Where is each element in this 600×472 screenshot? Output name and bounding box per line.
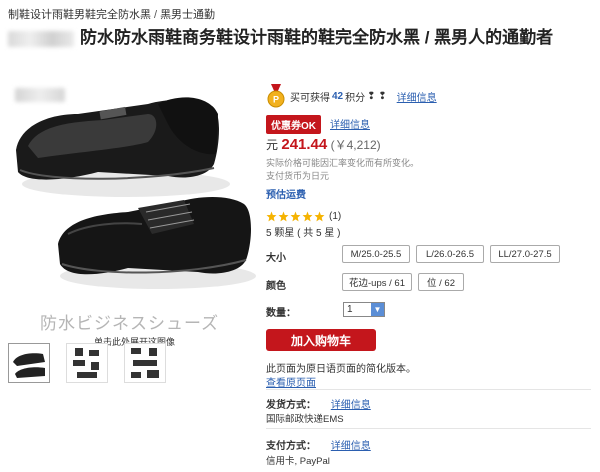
star-icon <box>314 211 325 222</box>
thumbnail-2[interactable] <box>66 343 108 383</box>
rating-stars[interactable]: (1) <box>266 211 341 222</box>
price-currency: 元 <box>266 138 279 152</box>
points-row: P 买可获得 42 积分 ❢ ❢ 详细信息 <box>266 84 437 108</box>
payment-section: 支付方式： 详细信息 <box>266 437 371 452</box>
points-details-link[interactable]: 详细信息 <box>397 89 437 104</box>
delivery-details-link[interactable]: 详细信息 <box>331 400 371 411</box>
star-icon <box>290 211 301 222</box>
shop-name-blurred <box>8 30 74 47</box>
breadcrumb: 制鞋设计雨鞋男鞋完全防水黑 / 黑男士通勤 <box>8 6 215 22</box>
view-original-link[interactable]: 查看原页面 <box>266 374 316 389</box>
chevron-down-icon: ▼ <box>371 303 384 316</box>
price-note-currency: 支付货币为日元 <box>266 171 330 181</box>
quantity-select[interactable]: 1 ▼ <box>343 302 385 317</box>
star-icon <box>266 211 277 222</box>
loafer-shoe <box>16 97 230 197</box>
simplified-notice: 此页面为原日语页面的简化版本。 <box>266 364 416 375</box>
breadcrumb-separator: / <box>154 9 158 21</box>
lace-up-shoe <box>58 197 256 289</box>
thumbnail-3[interactable] <box>124 343 166 383</box>
review-count[interactable]: (1) <box>329 211 341 222</box>
quantity-label: 数量： <box>266 308 296 319</box>
shoes-image <box>16 97 256 289</box>
breadcrumb-item-1[interactable]: 制鞋设计雨鞋男鞋完全防水黑 <box>8 9 151 21</box>
color-option-62[interactable]: 位 / 62 <box>418 273 464 291</box>
payment-label: 支付方式： <box>266 441 316 452</box>
price-yen: (￥4,212) <box>330 138 381 152</box>
shipping-estimate-link[interactable]: 预估运费 <box>266 186 306 201</box>
size-option-l[interactable]: L/26.0-26.5 <box>416 245 484 263</box>
payment-value: 信用卡, PayPal <box>266 456 330 467</box>
delivery-value: 国际邮政快递EMS <box>266 414 344 425</box>
quantity-value: 1 <box>347 304 353 315</box>
star-icon <box>278 211 289 222</box>
points-info-icons[interactable]: ❢ ❢ <box>367 91 387 102</box>
thumbnail-1[interactable] <box>8 343 50 383</box>
price-note-exchange: 实际价格可能因汇率变化而有所变化。 <box>266 158 420 168</box>
price-amount: 241.44 <box>281 136 328 153</box>
color-option-61[interactable]: 花边-ups / 61 <box>342 273 412 291</box>
svg-text:P: P <box>273 95 279 105</box>
points-suffix: 积分 <box>345 92 366 104</box>
divider <box>266 428 591 429</box>
size-label: 大小 <box>266 253 286 264</box>
delivery-label: 发货方式： <box>266 400 316 411</box>
coupon-details-link[interactable]: 详细信息 <box>330 116 370 131</box>
payment-details-link[interactable]: 详细信息 <box>331 441 371 452</box>
points-amount: 42 <box>332 90 344 102</box>
product-title-text: 防水防水雨鞋商务鞋设计雨鞋的鞋完全防水黑 / 黑男人的通勤者 <box>80 28 554 47</box>
thumbnail-strip <box>8 343 166 383</box>
add-to-cart-button[interactable]: 加入购物车 <box>266 329 376 351</box>
image-watermark: 防水ビジネスシューズ <box>40 314 220 333</box>
points-medal-icon: P <box>267 84 285 108</box>
divider <box>266 389 591 390</box>
size-option-ll[interactable]: LL/27.0-27.5 <box>490 245 560 263</box>
page-title: 防水防水雨鞋商务鞋设计雨鞋的鞋完全防水黑 / 黑男人的通勤者 <box>8 26 588 50</box>
points-prefix: 买可获得 <box>290 92 330 104</box>
coupon-badge: 优惠券OK <box>266 115 321 134</box>
breadcrumb-item-2[interactable]: 黑男士通勤 <box>160 9 215 21</box>
image-logo-blurred <box>15 88 65 102</box>
price: 元 241.44 (￥4,212) <box>266 136 381 153</box>
size-option-m[interactable]: M/25.0-25.5 <box>342 245 410 263</box>
rating-summary: 5 颗星 ( 共 5 星 ) <box>266 228 341 239</box>
product-main-image[interactable] <box>8 84 260 334</box>
delivery-section: 发货方式： 详细信息 <box>266 396 371 411</box>
star-icon <box>302 211 313 222</box>
color-label: 颜色 <box>266 281 286 292</box>
